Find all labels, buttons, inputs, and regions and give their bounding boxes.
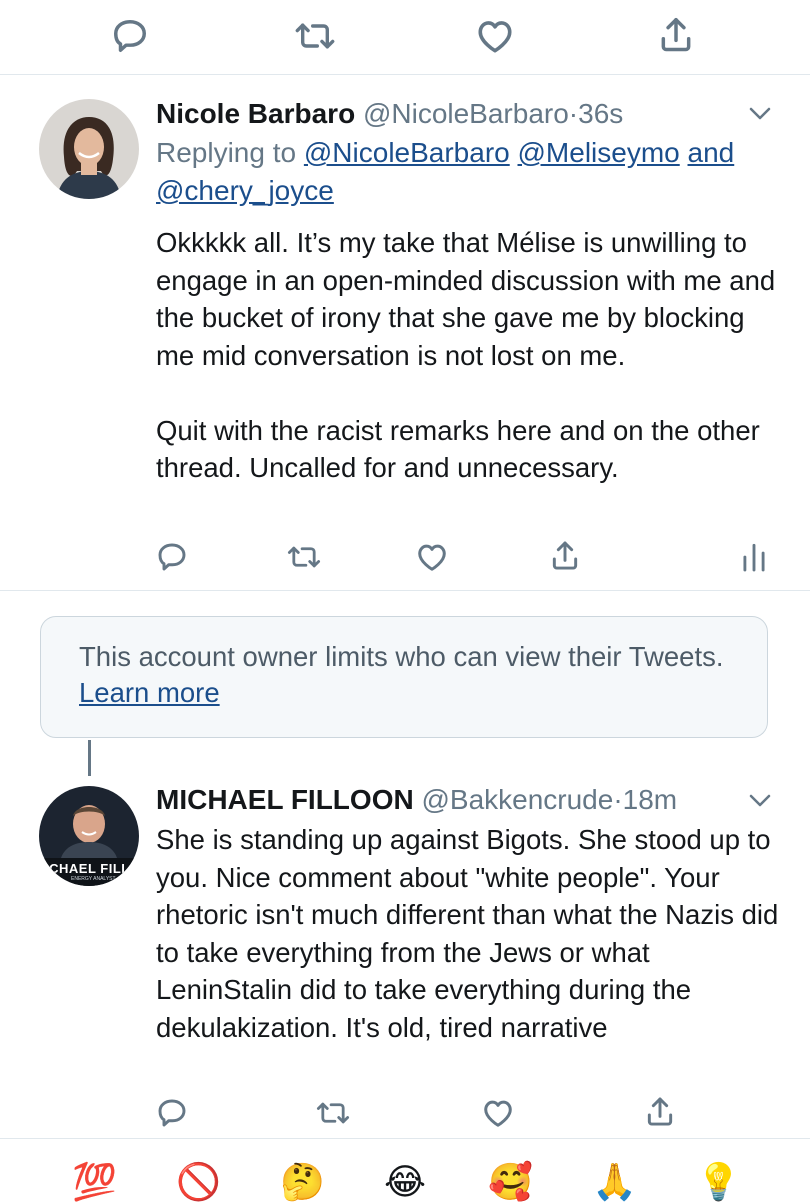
like-button[interactable] <box>471 12 519 60</box>
avatar-banner-text: ICHAEL FILLO <box>45 861 139 876</box>
share-button[interactable] <box>541 531 589 579</box>
learn-more-link[interactable]: Learn more <box>79 677 220 708</box>
tweet2-text: She is standing up against Bigots. She s… <box>156 824 779 1043</box>
mention-link-and[interactable]: and <box>688 137 735 168</box>
retweet-icon <box>316 1099 350 1127</box>
reply-button[interactable] <box>106 12 154 60</box>
retweet-button[interactable] <box>309 1089 357 1137</box>
reply-button[interactable] <box>148 533 196 581</box>
retweet-button[interactable] <box>291 12 339 60</box>
avatar-banner-subtext: ENERGY ANALYST <box>71 876 116 882</box>
emoji-smiling-hearts[interactable]: 🥰 <box>488 1162 533 1202</box>
tweet1-menu-button[interactable] <box>746 103 774 123</box>
retweet-icon <box>295 19 335 53</box>
heart-icon <box>475 18 515 54</box>
replying-to: Replying to @NicoleBarbaro @Meliseymo an… <box>156 134 776 210</box>
reply-icon <box>111 18 149 54</box>
tweet1-header: Nicole Barbaro @NicoleBarbaro·36s <box>156 98 623 130</box>
mention-link[interactable]: @NicoleBarbaro <box>304 137 510 168</box>
notice-text: This account owner limits who can view t… <box>79 641 724 672</box>
mention-link[interactable]: @chery_joyce <box>156 175 334 206</box>
share-icon <box>658 15 694 53</box>
reply-button[interactable] <box>148 1089 196 1137</box>
display-name[interactable]: Nicole Barbaro <box>156 98 355 129</box>
tweet1-text: Okkkkk all. It’s my take that Mélise is … <box>156 227 776 483</box>
avatar-nicole[interactable] <box>39 99 139 199</box>
thread-connector <box>88 740 91 776</box>
share-icon <box>550 539 580 571</box>
emoji-pray[interactable]: 🙏 <box>592 1162 637 1202</box>
display-name[interactable]: MICHAEL FILLOON <box>156 784 414 815</box>
chevron-down-icon <box>746 103 774 123</box>
reply-icon <box>156 1098 188 1128</box>
tweet2-menu-button[interactable] <box>746 790 774 810</box>
avatar-photo <box>39 99 139 199</box>
analytics-icon <box>741 541 767 573</box>
emoji-suggestion-bar: 💯 🚫 🤔 😂 🥰 🙏 💡 <box>0 1138 810 1202</box>
emoji-thinking[interactable]: 🤔 <box>280 1162 325 1202</box>
heart-icon <box>481 1098 515 1128</box>
analytics-button[interactable] <box>730 533 778 581</box>
emoji-no-entry[interactable]: 🚫 <box>176 1162 221 1202</box>
mention-link[interactable]: @Meliseymo <box>518 137 680 168</box>
separator: · <box>613 784 623 815</box>
divider <box>0 590 810 591</box>
like-button[interactable] <box>474 1089 522 1137</box>
emoji-100[interactable]: 💯 <box>72 1162 117 1202</box>
like-button[interactable] <box>408 533 456 581</box>
timestamp[interactable]: 36s <box>578 98 623 129</box>
timestamp[interactable]: 18m <box>623 784 677 815</box>
share-button[interactable] <box>636 1087 684 1135</box>
retweet-button[interactable] <box>280 533 328 581</box>
tweet2-header: MICHAEL FILLOON @Bakkencrude·18m <box>156 784 677 816</box>
avatar-michael[interactable]: ICHAEL FILLO ENERGY ANALYST <box>39 786 139 886</box>
emoji-joy[interactable]: 😂 <box>384 1162 426 1202</box>
user-handle[interactable]: @NicoleBarbaro <box>363 98 569 129</box>
share-button[interactable] <box>652 10 700 58</box>
heart-icon <box>415 542 449 572</box>
account-limited-notice: This account owner limits who can view t… <box>40 616 768 738</box>
share-icon <box>645 1095 675 1127</box>
user-handle[interactable]: @Bakkencrude <box>421 784 613 815</box>
divider <box>0 74 810 75</box>
separator: · <box>568 98 579 129</box>
reply-icon <box>156 542 188 572</box>
chevron-down-icon <box>746 790 774 810</box>
emoji-bulb[interactable]: 💡 <box>696 1162 741 1202</box>
replying-prefix: Replying to <box>156 137 297 168</box>
retweet-icon <box>287 543 321 571</box>
